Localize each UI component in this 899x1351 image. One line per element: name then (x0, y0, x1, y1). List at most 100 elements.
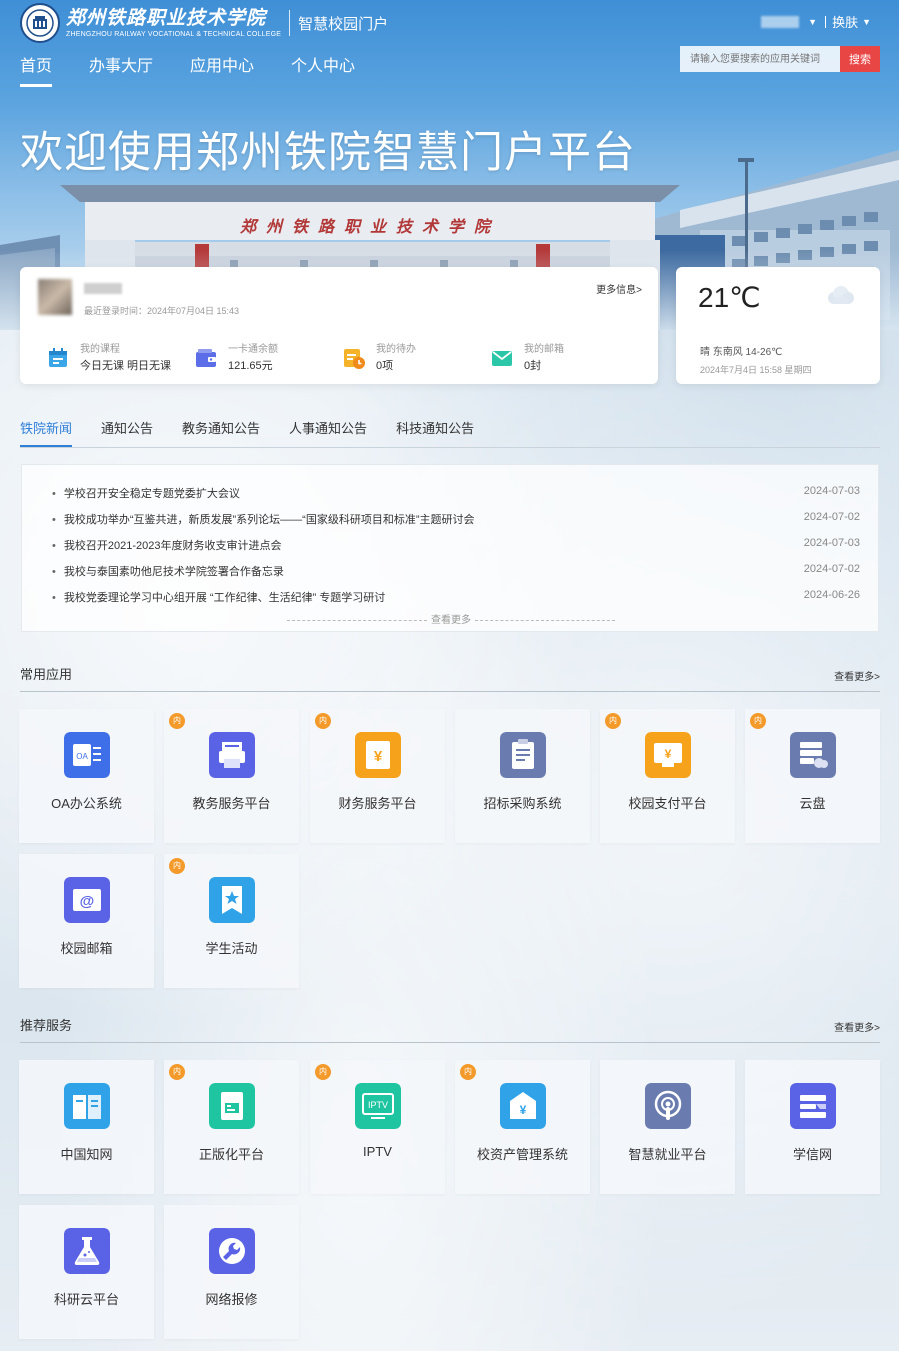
chevron-down-icon[interactable]: ▼ (808, 17, 817, 27)
college-name-en: ZHENGZHOU RAILWAY VOCATIONAL & TECHNICAL… (66, 31, 282, 38)
list-item[interactable]: • 学校召开安全稳定专题党委扩大会议 2024-07-03 (52, 485, 860, 501)
svg-text:¥: ¥ (520, 1103, 527, 1117)
stat-my-courses[interactable]: 我的课程 今日无课 明日无课 (46, 343, 194, 375)
weather-description: 晴 东南风 14-26℃ (700, 347, 783, 358)
nav-app-center[interactable]: 应用中心 (190, 52, 254, 87)
college-name-cn: 郑州铁路职业技术学院 (66, 7, 267, 29)
weather-card: 21℃ 晴 东南风 14-26℃ 2024年7月4日 15:58 星期四 (676, 267, 880, 384)
service-chsi[interactable]: 学信网 (745, 1060, 880, 1194)
profile-card: 最近登录时间：2024年07月04日 15:43 更多信息> 我的课程 今日无课… (20, 267, 658, 384)
college-logo[interactable]: 郑州铁路职业技术学院 ZHENGZHOU RAILWAY VOCATIONAL … (20, 3, 388, 43)
recommended-header: 推荐服务 查看更多> (20, 1015, 880, 1043)
service-research-cloud[interactable]: 科研云平台 (19, 1205, 154, 1339)
mail-icon (492, 351, 512, 366)
service-licensed-software[interactable]: 内 正版化平台 (164, 1060, 299, 1194)
search-button[interactable]: 搜索 (840, 46, 880, 72)
stats-row: 我的课程 今日无课 明日无课 一卡通余额 121.65元 我的待办 0项 我的邮… (46, 343, 646, 375)
college-seal-icon (20, 3, 60, 43)
temperature: 21℃ (698, 282, 761, 313)
skin-switch[interactable]: 换肤 (832, 12, 858, 31)
username-blurred (84, 283, 122, 294)
tab-tech-notices[interactable]: 科技通知公告 (396, 418, 474, 447)
stat-my-mailbox[interactable]: 我的邮箱 0封 (490, 343, 638, 375)
internal-badge: 内 (605, 713, 621, 729)
username-blurred[interactable] (761, 15, 800, 28)
tab-notices[interactable]: 通知公告 (101, 418, 153, 447)
common-apps-more-link[interactable]: 查看更多> (834, 668, 880, 683)
last-login-time: 最近登录时间：2024年07月04日 15:43 (84, 306, 240, 316)
news-list: • 学校召开安全稳定专题党委扩大会议 2024-07-03 • 我校成功举办“互鉴共… (21, 464, 879, 632)
printer-icon (209, 732, 255, 778)
tv-icon: IPTV (355, 1083, 401, 1129)
star-bookmark-icon (209, 877, 255, 923)
tab-academic-notices[interactable]: 教务通知公告 (182, 418, 260, 447)
wrench-icon (209, 1228, 255, 1274)
news-tabs: 铁院新闻 通知公告 教务通知公告 人事通知公告 科技通知公告 (20, 418, 880, 448)
section-title: 常用应用 (20, 667, 73, 682)
chevron-down-icon[interactable]: ▼ (862, 17, 871, 27)
asset-icon: ¥ (500, 1083, 546, 1129)
internal-badge: 内 (750, 713, 766, 729)
internal-badge: 内 (169, 713, 185, 729)
service-employment[interactable]: 智慧就业平台 (600, 1060, 735, 1194)
graduation-icon (790, 1083, 836, 1129)
oa-icon: OA (64, 732, 110, 778)
app-campus-mail[interactable]: @ 校园邮箱 (19, 854, 154, 988)
list-item[interactable]: • 我校成功举办“互鉴共进，新质发展”系列论坛——“国家级科研项目和标准”主题研讨… (52, 511, 860, 527)
tab-railway-news[interactable]: 铁院新闻 (20, 418, 73, 447)
podcast-icon (645, 1083, 691, 1129)
calendar-icon (49, 348, 67, 367)
app-procurement[interactable]: 招标采购系统 (455, 709, 590, 843)
svg-text:¥: ¥ (665, 747, 672, 761)
weather-date: 2024年7月4日 15:58 星期四 (700, 365, 812, 375)
document-icon (209, 1083, 255, 1129)
internal-badge: 内 (169, 1064, 185, 1080)
app-oa[interactable]: OA OA办公系统 (19, 709, 154, 843)
nav-service-hall[interactable]: 办事大厅 (89, 52, 153, 87)
svg-text:IPTV: IPTV (368, 1100, 388, 1110)
main-nav: 首页 办事大厅 应用中心 个人中心 (20, 52, 392, 87)
stat-my-todo[interactable]: 我的待办 0项 (342, 343, 490, 375)
cloud-drive-icon (790, 732, 836, 778)
hero-title: 欢迎使用郑州铁院智慧门户平台 (20, 129, 636, 177)
wallet-icon (196, 349, 216, 367)
list-item[interactable]: • 我校党委理论学习中心组开展 “工作纪律、生活纪律” 专题学习研讨 2024-0… (52, 589, 860, 605)
service-iptv[interactable]: 内 IPTV IPTV (310, 1060, 445, 1194)
internal-badge: 内 (315, 1064, 331, 1080)
internal-badge: 内 (460, 1064, 476, 1080)
stat-card-balance[interactable]: 一卡通余额 121.65元 (194, 343, 342, 375)
internal-badge: 内 (169, 858, 185, 874)
finance-icon: ¥ (355, 732, 401, 778)
app-campus-payment[interactable]: 内 ¥ 校园支付平台 (600, 709, 735, 843)
app-cloud-drive[interactable]: 内 云盘 (745, 709, 880, 843)
clipboard-icon (500, 732, 546, 778)
recommended-more-link[interactable]: 查看更多> (834, 1019, 880, 1034)
svg-text:OA: OA (76, 752, 88, 761)
list-item[interactable]: • 我校与泰国素叻他尼技术学院签署合作备忘录 2024-07-02 (52, 563, 860, 579)
common-apps-header: 常用应用 查看更多> (20, 664, 880, 692)
book-icon (64, 1083, 110, 1129)
search-bar: 搜索 (680, 46, 880, 72)
nav-home[interactable]: 首页 (20, 52, 53, 87)
flask-icon (64, 1228, 110, 1274)
user-area: ▼ 换肤 ▼ (761, 12, 879, 31)
news-view-more[interactable]: 查看更多 (22, 611, 880, 626)
avatar[interactable] (38, 279, 72, 315)
svg-text:¥: ¥ (374, 748, 383, 765)
app-student-activity[interactable]: 内 学生活动 (164, 854, 299, 988)
app-finance-service[interactable]: 内 ¥ 财务服务平台 (310, 709, 445, 843)
search-input[interactable] (680, 46, 840, 72)
more-info-link[interactable]: 更多信息> (596, 281, 642, 296)
service-asset-management[interactable]: 内 ¥ 校资产管理系统 (455, 1060, 590, 1194)
payment-icon: ¥ (645, 732, 691, 778)
tab-hr-notices[interactable]: 人事通知公告 (289, 418, 367, 447)
svg-text:@: @ (80, 893, 95, 910)
service-network-repair[interactable]: 网络报修 (164, 1205, 299, 1339)
list-item[interactable]: • 我校召开2021-2023年度财务收支审计进点会 2024-07-03 (52, 537, 860, 553)
top-header: 郑州铁路职业技术学院 ZHENGZHOU RAILWAY VOCATIONAL … (0, 0, 899, 87)
cloud-icon (828, 286, 854, 304)
service-cnki[interactable]: 中国知网 (19, 1060, 154, 1194)
app-academic-service[interactable]: 内 教务服务平台 (164, 709, 299, 843)
portal-name: 智慧校园门户 (298, 15, 389, 33)
nav-personal-center[interactable]: 个人中心 (291, 52, 355, 87)
